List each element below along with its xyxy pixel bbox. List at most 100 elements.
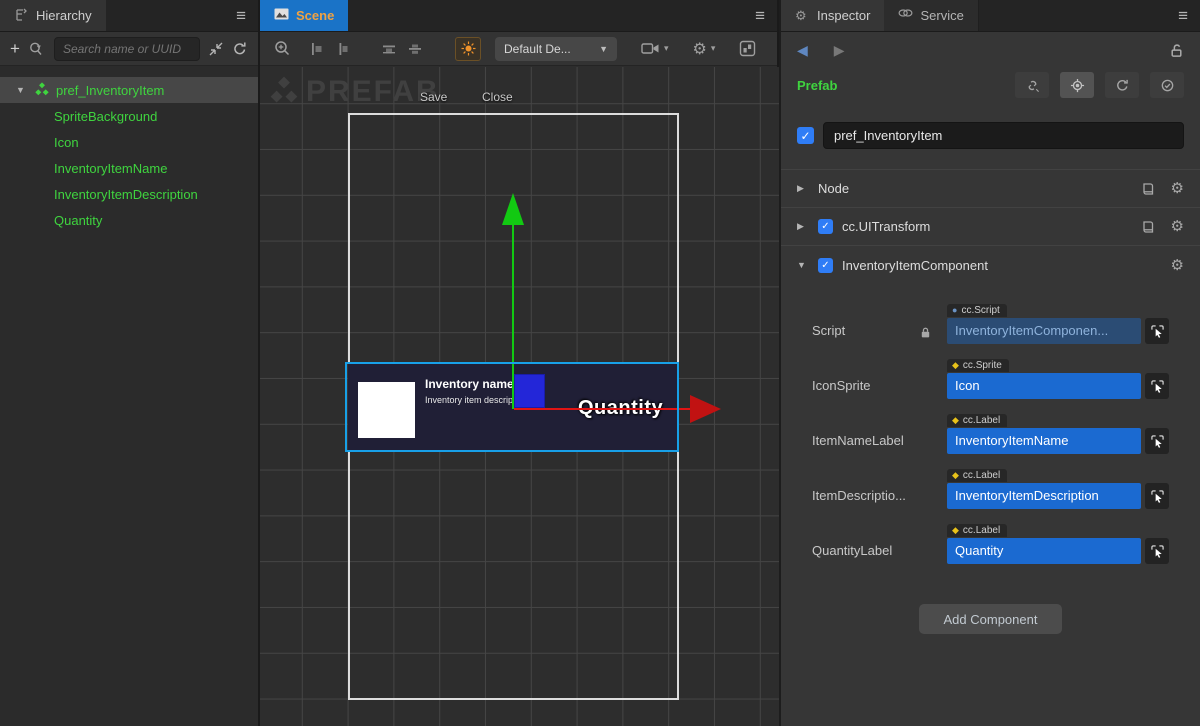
- hierarchy-node[interactable]: Icon: [0, 129, 258, 155]
- gizmo-x-arrow-icon[interactable]: [690, 395, 721, 423]
- inspector-panel: ⚙ Inspector Service ≡ ◀ ▶ Prefab: [781, 0, 1200, 726]
- type-marker-icon: ◆: [952, 526, 959, 535]
- hierarchy-node-label: Quantity: [54, 213, 102, 228]
- collapse-all-icon[interactable]: [208, 41, 224, 57]
- reference-picker-button[interactable]: [1145, 373, 1169, 399]
- component-enabled-checkbox[interactable]: ✓: [818, 258, 833, 273]
- search-filter-button[interactable]: [28, 41, 46, 57]
- create-node-button[interactable]: +: [10, 39, 20, 59]
- tab-scene-label: Scene: [296, 8, 334, 23]
- property-row: Script ● cc.Script In: [812, 300, 1169, 344]
- scene-settings-button[interactable]: ⚙ ▾: [693, 39, 716, 59]
- hierarchy-menu-icon[interactable]: ≡: [236, 0, 246, 32]
- type-chip: ◆ cc.Label: [947, 524, 1007, 537]
- hierarchy-toolbar: +: [0, 32, 258, 66]
- scene-light-toggle[interactable]: [455, 37, 481, 61]
- gear-icon[interactable]: ⚙: [1171, 258, 1184, 273]
- hierarchy-node[interactable]: InventoryItemDescription: [0, 181, 258, 207]
- hierarchy-tabbar: Hierarchy ≡: [0, 0, 258, 32]
- locate-prefab-asset-button[interactable]: [1060, 72, 1094, 98]
- tab-hierarchy[interactable]: Hierarchy: [0, 0, 106, 31]
- lock-icon: [919, 326, 947, 339]
- component-sections: ▶ Node ⚙ ▶ ✓ cc.UITransform ⚙: [781, 169, 1200, 634]
- property-label: IconSprite: [812, 378, 919, 399]
- chevron-down-icon: ▼: [599, 44, 608, 54]
- refresh-icon[interactable]: [232, 41, 248, 57]
- reference-field[interactable]: Quantity: [947, 538, 1141, 564]
- unlink-prefab-button[interactable]: [1015, 72, 1049, 98]
- type-name: cc.Label: [963, 525, 1000, 536]
- expand-arrow-icon[interactable]: ▼: [16, 85, 28, 95]
- reference-picker-button[interactable]: [1145, 318, 1169, 344]
- type-name: cc.Label: [963, 470, 1000, 481]
- search-input[interactable]: [54, 37, 200, 61]
- hierarchy-tree: ▼ pref_InventoryItem SpriteBackground Ic…: [0, 66, 258, 233]
- lock-slot: [919, 394, 947, 399]
- property-label: ItemDescriptio...: [812, 488, 919, 509]
- hierarchy-node[interactable]: InventoryItemName: [0, 155, 258, 181]
- type-name: cc.Sprite: [963, 360, 1002, 371]
- tab-inspector-label: Inspector: [817, 8, 870, 23]
- type-marker-icon: ◆: [952, 471, 959, 480]
- node-name-input[interactable]: [823, 122, 1184, 149]
- align-top-icon[interactable]: [381, 41, 397, 57]
- uitransform-enabled-checkbox[interactable]: ✓: [818, 219, 833, 234]
- align-middle-v-icon[interactable]: [407, 41, 423, 57]
- gizmo-y-arrow-icon[interactable]: [502, 193, 524, 225]
- reference-field[interactable]: InventoryItemName: [947, 428, 1141, 454]
- camera-select-value: Default De...: [504, 42, 571, 56]
- reference-field[interactable]: InventoryItemDescription: [947, 483, 1141, 509]
- hierarchy-node[interactable]: SpriteBackground: [0, 103, 258, 129]
- section-inventoryitemcomponent[interactable]: ▼ ✓ InventoryItemComponent ⚙: [781, 246, 1200, 284]
- tab-service[interactable]: Service: [884, 0, 978, 31]
- align-center-h-icon[interactable]: [335, 41, 351, 57]
- reference-picker-button[interactable]: [1145, 428, 1169, 454]
- layout-grid-button[interactable]: [739, 40, 756, 57]
- docs-icon[interactable]: [1141, 182, 1155, 196]
- align-left-icon[interactable]: [309, 41, 325, 57]
- collapse-arrow-icon[interactable]: ▼: [797, 260, 809, 270]
- docs-icon[interactable]: [1141, 220, 1155, 234]
- add-component-button[interactable]: Add Component: [919, 604, 1062, 634]
- history-forward-button[interactable]: ▶: [834, 42, 845, 59]
- inspector-menu-icon[interactable]: ≡: [1178, 0, 1188, 32]
- hierarchy-node-root[interactable]: ▼ pref_InventoryItem: [0, 77, 258, 103]
- expand-arrow-icon[interactable]: ▶: [797, 183, 809, 194]
- section-uitransform[interactable]: ▶ ✓ cc.UITransform ⚙: [781, 208, 1200, 246]
- history-back-button[interactable]: ◀: [797, 42, 808, 59]
- type-marker-icon: ◆: [952, 416, 959, 425]
- reference-field[interactable]: InventoryItemComponen...: [947, 318, 1141, 344]
- reference-field[interactable]: Icon: [947, 373, 1141, 399]
- lock-open-icon[interactable]: [1169, 43, 1184, 58]
- tab-service-label: Service: [920, 8, 963, 23]
- zoom-icon[interactable]: [274, 40, 291, 57]
- reference-picker-button[interactable]: [1145, 483, 1169, 509]
- prefab-header-row: Prefab: [781, 68, 1200, 102]
- lock-slot: [919, 504, 947, 509]
- prefab-close-button[interactable]: Close: [482, 90, 513, 104]
- view-camera-button[interactable]: ▾: [641, 42, 669, 55]
- tab-scene[interactable]: Scene: [260, 0, 348, 31]
- tab-inspector[interactable]: ⚙ Inspector: [781, 0, 884, 31]
- scene-menu-icon[interactable]: ≡: [755, 0, 765, 32]
- add-component-row: Add Component: [812, 604, 1169, 634]
- scene-viewport[interactable]: PREFAB Save Close Inventory name Invento…: [260, 67, 779, 726]
- gear-icon[interactable]: ⚙: [1171, 219, 1184, 234]
- type-chip: ◆ cc.Sprite: [947, 359, 1009, 372]
- section-node[interactable]: ▶ Node ⚙: [781, 170, 1200, 208]
- type-name: cc.Script: [961, 305, 999, 316]
- camera-select-dropdown[interactable]: Default De... ▼: [495, 37, 617, 61]
- expand-arrow-icon[interactable]: ▶: [797, 221, 809, 232]
- gear-icon[interactable]: ⚙: [1171, 181, 1184, 196]
- revert-prefab-button[interactable]: [1105, 72, 1139, 98]
- reference-picker-button[interactable]: [1145, 538, 1169, 564]
- property-value: ● cc.Script InventoryItemComponen...: [947, 300, 1169, 344]
- property-value: ◆ cc.Sprite Icon: [947, 355, 1169, 399]
- hierarchy-node-label: InventoryItemName: [54, 161, 167, 176]
- node-active-checkbox[interactable]: ✓: [797, 127, 814, 144]
- hierarchy-tree-icon: [14, 8, 29, 23]
- hierarchy-node[interactable]: Quantity: [0, 207, 258, 233]
- apply-prefab-button[interactable]: [1150, 72, 1184, 98]
- prefab-save-button[interactable]: Save: [420, 90, 447, 104]
- hierarchy-node-label: SpriteBackground: [54, 109, 157, 124]
